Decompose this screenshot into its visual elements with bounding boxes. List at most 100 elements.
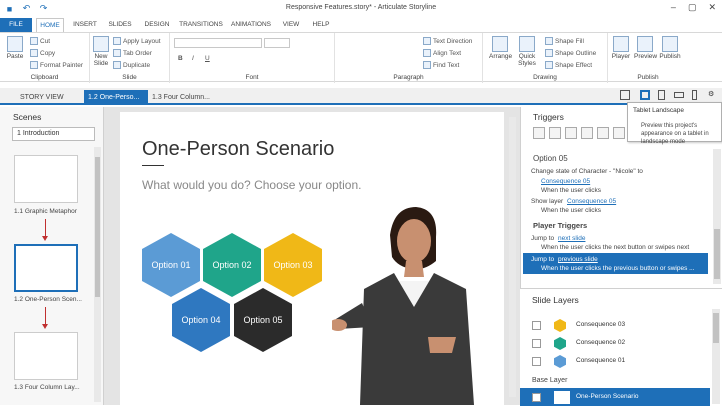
- desktop-icon[interactable]: [620, 90, 630, 100]
- option-03-button[interactable]: Option 03: [264, 233, 322, 297]
- tab-slides[interactable]: SLIDES: [106, 18, 134, 32]
- text-direction-button[interactable]: Text Direction: [423, 37, 472, 45]
- trigger-2-link[interactable]: Consequence 05: [567, 198, 616, 205]
- layer-visibility-checkbox[interactable]: [532, 339, 541, 348]
- italic-button[interactable]: I: [192, 55, 194, 62]
- layer-row[interactable]: Consequence 01: [520, 352, 710, 370]
- scenes-scrollbar[interactable]: [94, 147, 101, 402]
- bold-button[interactable]: B: [178, 55, 183, 62]
- paint-bucket-icon: [545, 37, 553, 45]
- tooltip-description: Preview this project's appearance on a t…: [641, 123, 709, 145]
- close-button[interactable]: ✕: [708, 2, 716, 13]
- tab-home[interactable]: HOME: [36, 18, 64, 32]
- player-button[interactable]: Player: [610, 36, 632, 60]
- tab-help[interactable]: HELP: [310, 18, 332, 32]
- format-painter-button[interactable]: Format Painter: [30, 61, 83, 69]
- arrange-icon: [492, 36, 508, 52]
- slide-thumbnail-icon: [554, 391, 570, 404]
- find-text-button[interactable]: Find Text: [423, 61, 459, 69]
- phone-landscape-icon[interactable]: [674, 92, 684, 98]
- trigger-1-link[interactable]: Consequence 05: [541, 178, 590, 185]
- slide-label-1: 1.1 Graphic Metaphor: [14, 208, 77, 215]
- move-up-icon[interactable]: [613, 127, 625, 139]
- slide-stage: One-Person Scenario What would you do? C…: [104, 107, 520, 405]
- player-trigger-1-when: When the user clicks the next button or …: [541, 244, 690, 251]
- player-trigger-2-when: When the user clicks the previous button…: [541, 265, 695, 272]
- layer-row[interactable]: Consequence 03: [520, 316, 710, 334]
- gear-icon[interactable]: ⚙: [708, 90, 718, 100]
- quick-styles-button[interactable]: Quick Styles: [516, 36, 538, 67]
- player-trigger-2-action: Jump to: [531, 256, 555, 263]
- tab-design[interactable]: DESIGN: [141, 18, 173, 32]
- arrange-button[interactable]: Arrange: [489, 36, 512, 60]
- slide-subtitle[interactable]: What would you do? Choose your option.: [142, 178, 361, 192]
- paste-button[interactable]: Paste: [4, 36, 26, 60]
- tab-view[interactable]: VIEW: [280, 18, 302, 32]
- scene-select[interactable]: 1 Introduction: [12, 127, 95, 141]
- font-family-select[interactable]: [174, 38, 262, 48]
- player-trigger-2-link[interactable]: previous slide: [558, 256, 598, 263]
- phone-portrait-icon[interactable]: [692, 90, 697, 100]
- layer-row[interactable]: Consequence 02: [520, 334, 710, 352]
- shape-outline-button[interactable]: Shape Outline: [545, 49, 596, 57]
- title-divider: [142, 165, 164, 166]
- triggers-scrollbar[interactable]: [713, 149, 721, 284]
- layer-visibility-checkbox[interactable]: [532, 321, 541, 330]
- tab-one-person-scenario[interactable]: 1.2 One-Perso...: [84, 90, 148, 105]
- publish-group: Player Preview Publish Publish: [608, 33, 688, 83]
- base-layer-header: Base Layer: [532, 377, 568, 384]
- player-trigger-1-link[interactable]: next slide: [558, 235, 585, 242]
- apply-layout-button[interactable]: Apply Layout: [113, 37, 161, 45]
- slide-thumbnail-3[interactable]: [14, 332, 78, 380]
- paragraph-group: Text Direction Align Text Find Text Para…: [335, 33, 483, 83]
- clipboard-group: Paste Cut Copy Format Painter Clipboard: [0, 33, 90, 83]
- preview-button[interactable]: Preview: [634, 36, 657, 60]
- copy-trigger-icon[interactable]: [565, 127, 577, 139]
- cut-button[interactable]: Cut: [30, 37, 50, 45]
- preview-icon: [637, 36, 653, 52]
- edit-trigger-icon[interactable]: [549, 127, 561, 139]
- document-tabs: STORY VIEW 1.2 One-Perso... 1.3 Four Col…: [0, 88, 722, 105]
- tab-order-button[interactable]: Tab Order: [113, 49, 152, 57]
- new-slide-button[interactable]: New Slide: [91, 36, 111, 67]
- layer-visibility-checkbox[interactable]: [532, 393, 541, 402]
- tablet-landscape-icon[interactable]: [640, 90, 650, 100]
- slide-thumbnail-2[interactable]: [14, 244, 78, 292]
- layer-hex-icon: [554, 319, 566, 332]
- option-04-button[interactable]: Option 04: [172, 288, 230, 352]
- minimize-button[interactable]: –: [671, 2, 676, 13]
- title-bar: ■ ↶ ↷ Responsive Features.story* - Artic…: [0, 0, 722, 18]
- layer-name: Consequence 02: [576, 339, 626, 346]
- tab-animations[interactable]: ANIMATIONS: [229, 18, 273, 32]
- shape-fill-button[interactable]: Shape Fill: [545, 37, 584, 45]
- paste-trigger-icon[interactable]: [581, 127, 593, 139]
- font-size-select[interactable]: [264, 38, 290, 48]
- duplicate-button[interactable]: Duplicate: [113, 61, 150, 69]
- stage-scrollbar[interactable]: [509, 117, 516, 397]
- slide-title[interactable]: One-Person Scenario: [142, 138, 334, 161]
- character-nicole[interactable]: [332, 207, 492, 405]
- tablet-portrait-icon[interactable]: [658, 90, 665, 100]
- option-05-button[interactable]: Option 05: [234, 288, 292, 352]
- base-layer-row[interactable]: One-Person Scenario: [520, 388, 710, 406]
- copy-button[interactable]: Copy: [30, 49, 55, 57]
- option-02-button[interactable]: Option 02: [203, 233, 261, 297]
- layer-visibility-checkbox[interactable]: [532, 357, 541, 366]
- tab-transitions[interactable]: TRANSITIONS: [178, 18, 224, 32]
- delete-icon[interactable]: [597, 127, 609, 139]
- tab-story-view[interactable]: STORY VIEW: [16, 90, 68, 105]
- slide-layers-header: Slide Layers: [532, 295, 579, 305]
- option-01-button[interactable]: Option 01: [142, 233, 200, 297]
- align-text-icon: [423, 49, 431, 57]
- shape-effect-button[interactable]: Shape Effect: [545, 61, 592, 69]
- slide-thumbnail-1[interactable]: [14, 155, 78, 203]
- tab-four-column-layout[interactable]: 1.3 Four Column...: [148, 90, 214, 105]
- align-text-button[interactable]: Align Text: [423, 49, 461, 57]
- tab-file[interactable]: FILE: [0, 18, 32, 32]
- underline-button[interactable]: U: [205, 55, 210, 62]
- new-trigger-icon[interactable]: [533, 127, 545, 139]
- layers-scrollbar[interactable]: [712, 309, 720, 404]
- maximize-button[interactable]: ▢: [688, 2, 697, 13]
- tab-insert[interactable]: INSERT: [70, 18, 100, 32]
- publish-button[interactable]: Publish: [659, 36, 681, 60]
